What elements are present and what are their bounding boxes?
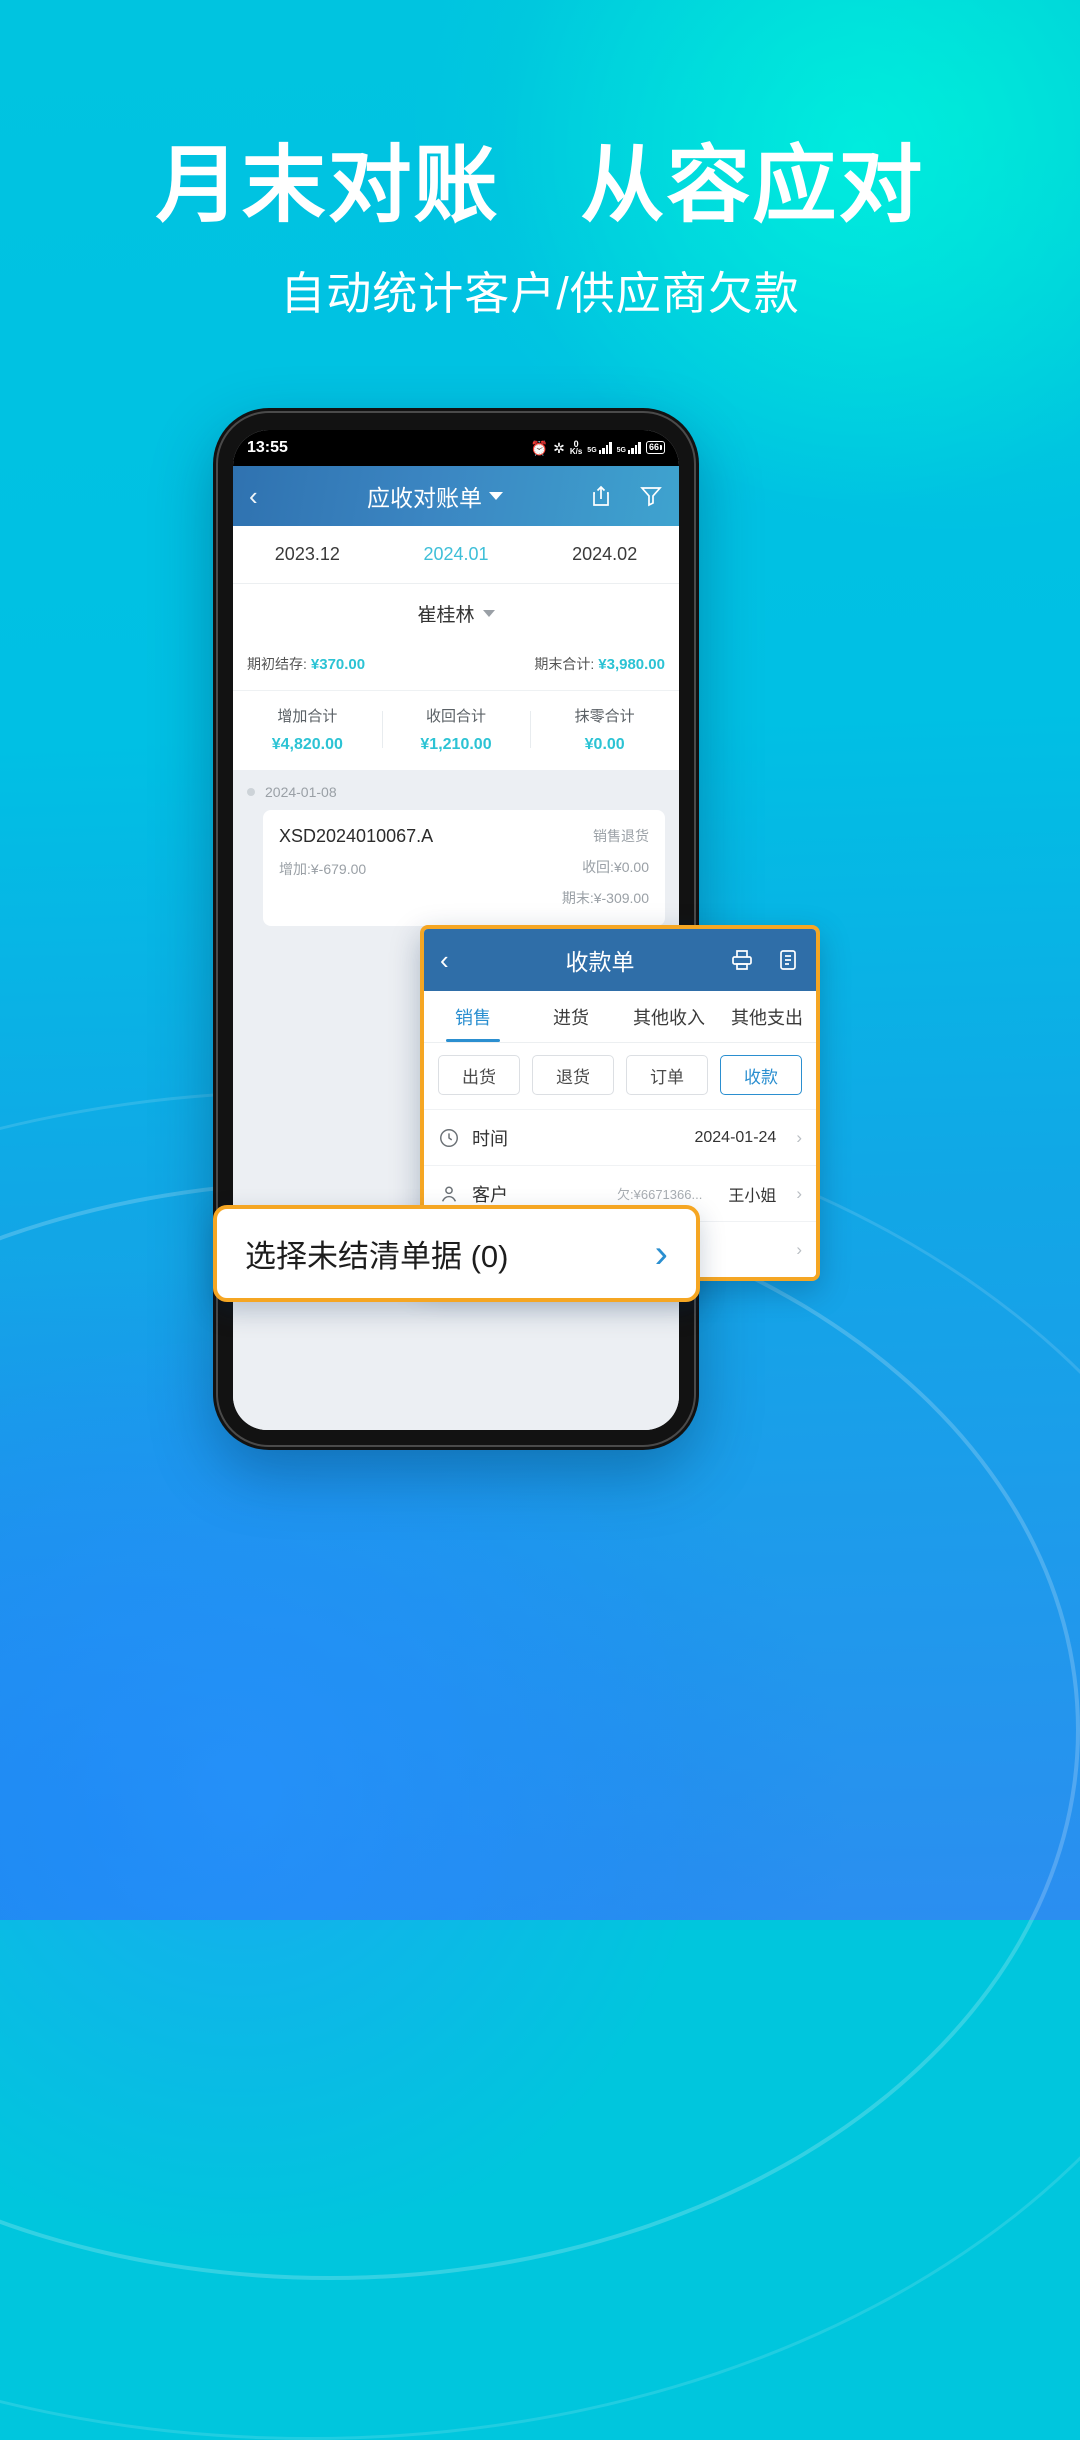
field-time-value: 2024-01-24 — [694, 1128, 777, 1146]
field-customer-value: 王小姐 — [728, 1187, 777, 1205]
promo-headline-right: 从容应对 — [580, 138, 925, 232]
promo-text-block: 月末对账 从容应对 自动统计客户/供应商欠款 — [0, 140, 1080, 322]
network-speed-unit: K/s — [569, 447, 583, 457]
field-time-label: 时间 — [472, 1128, 508, 1149]
chip-return[interactable]: 退货 — [532, 1055, 614, 1095]
total-increase-label: 增加合计 — [277, 708, 338, 725]
field-time[interactable]: 时间 2024-01-24 › — [424, 1109, 816, 1165]
transaction-increase: 增加:¥-679.00 — [279, 861, 367, 877]
share-icon[interactable] — [589, 484, 613, 508]
transaction-left: XSD2024010067.A 增加:¥-679.00 — [279, 826, 562, 908]
network-speed-indicator: 0 K/s — [570, 440, 582, 456]
month-tab-0[interactable]: 2023.12 — [233, 544, 382, 565]
total-collected-value: ¥1,210.00 — [420, 736, 492, 753]
transaction-collected: 收回:¥0.00 — [582, 859, 649, 875]
page-title-text: 应收对账单 — [367, 485, 482, 511]
tab-purchase[interactable]: 进货 — [522, 991, 620, 1042]
signal-icon-2: 5G — [616, 441, 641, 454]
tab-other-income[interactable]: 其他收入 — [620, 991, 718, 1042]
total-collected-label: 收回合计 — [426, 708, 487, 725]
total-collected: 收回合计 ¥1,210.00 — [381, 705, 531, 754]
transaction-right: 销售退货 收回:¥0.00 期末:¥-309.00 — [562, 826, 649, 908]
header-actions — [589, 484, 663, 508]
bluetooth-icon: ✲ — [553, 439, 565, 456]
signal-2-label: 5G — [616, 446, 626, 454]
receipt-panel-chips: 出货 退货 订单 收款 — [424, 1043, 816, 1109]
closing-balance-label: 期末合计: — [534, 656, 595, 672]
signal-bars-1 — [598, 441, 612, 454]
receipt-panel-title: 收款单 — [565, 949, 635, 975]
chip-shipment[interactable]: 出货 — [438, 1055, 520, 1095]
opening-balance: 期初结存: ¥370.00 — [247, 654, 456, 674]
transaction-doc-no: XSD2024010067.A — [279, 826, 434, 846]
battery-icon: 66 — [645, 441, 665, 455]
closing-balance-value: ¥3,980.00 — [598, 656, 665, 673]
transaction-type: 销售退货 — [593, 828, 649, 844]
total-increase: 增加合计 ¥4,820.00 — [233, 705, 382, 754]
chevron-right-icon: › — [654, 1231, 668, 1276]
back-button[interactable]: ‹ — [249, 481, 279, 512]
printer-icon[interactable] — [730, 948, 754, 972]
app-header: ‹ 应收对账单 — [233, 466, 679, 526]
tab-other-expense[interactable]: 其他支出 — [718, 991, 816, 1042]
promo-headline-left: 月末对账 — [155, 138, 500, 232]
receipt-panel-header: ‹ 收款单 — [424, 929, 816, 991]
chip-order[interactable]: 订单 — [626, 1055, 708, 1095]
back-button[interactable]: ‹ — [440, 945, 470, 976]
month-tab-1[interactable]: 2024.01 — [382, 544, 531, 565]
receipt-panel-tabs: 销售 进货 其他收入 其他支出 — [424, 991, 816, 1043]
totals-row: 增加合计 ¥4,820.00 收回合计 ¥1,210.00 抹零合计 ¥0.00 — [233, 691, 679, 770]
total-rounding: 抹零合计 ¥0.00 — [530, 705, 679, 754]
tab-sales[interactable]: 销售 — [424, 991, 522, 1042]
promo-subheadline: 自动统计客户/供应商欠款 — [280, 267, 800, 319]
transaction-ending: 期末:¥-309.00 — [561, 890, 649, 906]
total-rounding-label: 抹零合计 — [574, 708, 635, 725]
total-increase-value: ¥4,820.00 — [271, 736, 343, 753]
status-time: 13:55 — [247, 439, 288, 456]
customer-selector[interactable]: 崔桂林 — [233, 584, 679, 642]
alarm-icon: ⏰ — [530, 439, 549, 456]
promo-headline: 月末对账 从容应对 — [0, 140, 1080, 231]
chevron-right-icon: › — [796, 1239, 802, 1259]
signal-bars-2 — [627, 441, 641, 454]
user-icon — [441, 1185, 457, 1202]
month-tab-2[interactable]: 2024.02 — [530, 544, 679, 565]
select-unsettled-docs-button[interactable]: 选择未结清单据 (0) › — [213, 1205, 700, 1302]
field-customer-label: 客户 — [472, 1184, 508, 1205]
opening-balance-value: ¥370.00 — [310, 656, 366, 673]
closing-balance: 期末合计: ¥3,980.00 — [456, 654, 665, 674]
month-tabs: 2023.12 2024.01 2024.02 — [233, 526, 679, 584]
chevron-right-icon: › — [796, 1127, 802, 1147]
page-title[interactable]: 应收对账单 — [287, 479, 583, 513]
total-rounding-value: ¥0.00 — [584, 736, 625, 753]
status-icons: ⏰ ✲ 0 K/s 5G 5G 66 — [531, 440, 665, 456]
field-customer-debt: 欠:¥6671366... — [617, 1187, 703, 1202]
balance-summary-row: 期初结存: ¥370.00 期末合计: ¥3,980.00 — [233, 642, 679, 691]
opening-balance-label: 期初结存: — [247, 656, 307, 672]
timeline-dot-icon — [247, 788, 255, 796]
chip-receipt[interactable]: 收款 — [720, 1055, 802, 1095]
receipt-panel-actions — [730, 948, 800, 972]
chevron-right-icon: › — [796, 1183, 802, 1203]
cta-label: 选择未结清单据 (0) — [245, 1239, 509, 1274]
signal-1-label: 5G — [587, 446, 597, 454]
customer-name: 崔桂林 — [417, 604, 475, 626]
transaction-date: 2024-01-08 — [265, 784, 337, 800]
transaction-row[interactable]: XSD2024010067.A 增加:¥-679.00 销售退货 收回:¥0.0… — [263, 810, 665, 926]
filter-icon[interactable] — [639, 484, 663, 508]
chevron-down-icon — [489, 492, 503, 500]
chevron-down-icon — [482, 609, 495, 617]
clock-icon — [440, 1128, 458, 1147]
signal-icon-1: 5G — [587, 441, 612, 454]
status-bar: 13:55 ⏰ ✲ 0 K/s 5G 5G 66 — [233, 430, 679, 466]
transaction-date-group: 2024-01-08 — [233, 784, 679, 810]
clipboard-icon[interactable] — [776, 948, 800, 972]
